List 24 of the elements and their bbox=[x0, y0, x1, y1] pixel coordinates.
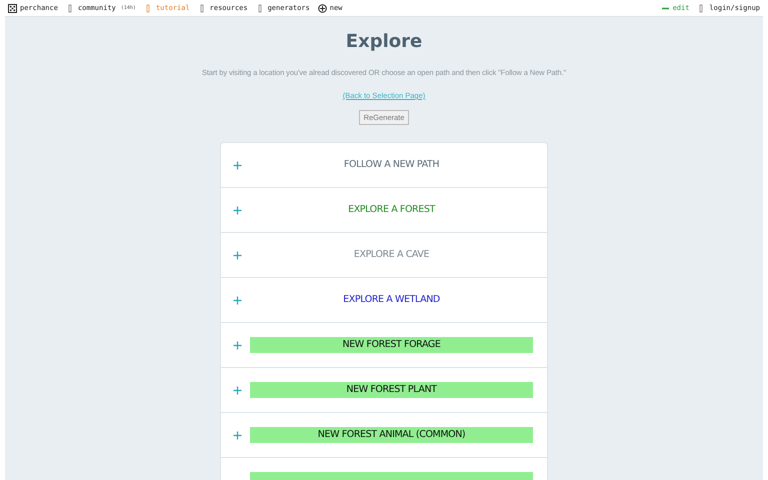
list-row[interactable]: EXPLORE A FOREST bbox=[221, 188, 547, 233]
list-row[interactable]: FOLLOW A NEW PATH bbox=[221, 143, 547, 188]
list-row[interactable]: EXPLORE A CAVE bbox=[221, 233, 547, 278]
plus-icon bbox=[232, 340, 243, 350]
plus-icon bbox=[232, 386, 243, 394]
plus-icon bbox=[232, 430, 243, 440]
list-row[interactable]: NEW FOREST PLANT bbox=[221, 368, 547, 413]
plus-icon bbox=[232, 160, 243, 170]
row-label: EXPLORE A WETLAND bbox=[342, 293, 441, 307]
row-label: NEW FOREST ANIMAL (COMMON) bbox=[250, 427, 533, 443]
list-row[interactable]: EXPLORE A WETLAND bbox=[221, 278, 547, 323]
list-row[interactable]: NEW FOREST ANIMAL (COMMON) bbox=[221, 413, 547, 458]
plus-circle-icon bbox=[318, 4, 327, 12]
row-label: EXPLORE A FOREST bbox=[347, 203, 436, 217]
plus-icon bbox=[232, 296, 243, 304]
row-label: FOLLOW A NEW PATH bbox=[342, 158, 440, 172]
dice-icon bbox=[8, 4, 17, 12]
plus-icon bbox=[232, 206, 243, 214]
plus-icon bbox=[232, 250, 243, 260]
list-row[interactable]: NEW FOREST FORAGE bbox=[221, 323, 547, 368]
row-label: NEW FOREST PLANT bbox=[250, 382, 533, 398]
row-label: EXPLORE A CAVE bbox=[352, 248, 430, 262]
page-title: Explore bbox=[346, 31, 422, 52]
row-label: NEW FOREST FORAGE bbox=[250, 337, 533, 353]
